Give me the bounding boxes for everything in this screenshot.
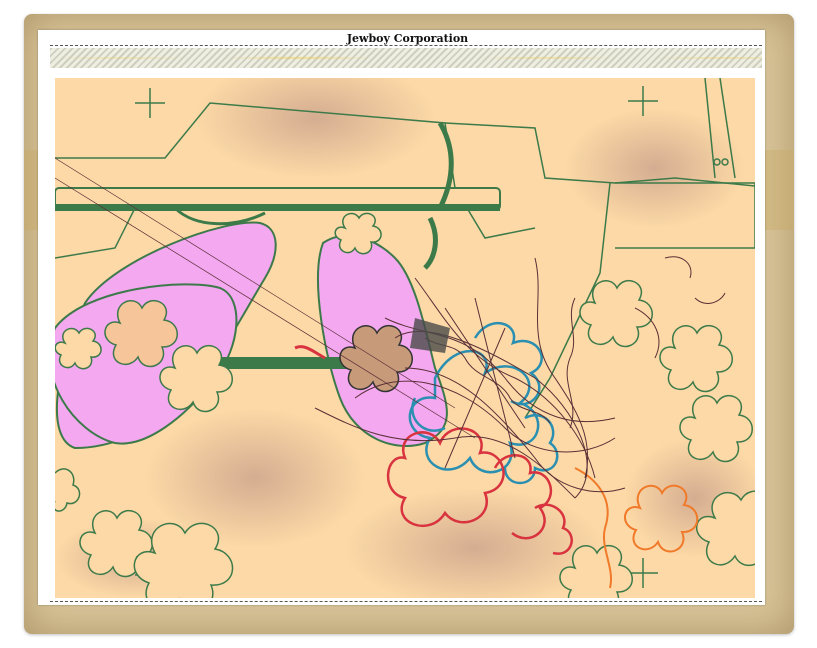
dark-wedge <box>410 318 450 353</box>
dotted-divider-top <box>50 45 762 46</box>
dotted-divider-bottom <box>50 601 762 602</box>
page-title: Jewboy Corporation <box>346 32 469 45</box>
header-stripe-glow <box>50 48 762 68</box>
artwork-canvas <box>55 78 755 598</box>
artwork-svg <box>55 78 755 598</box>
